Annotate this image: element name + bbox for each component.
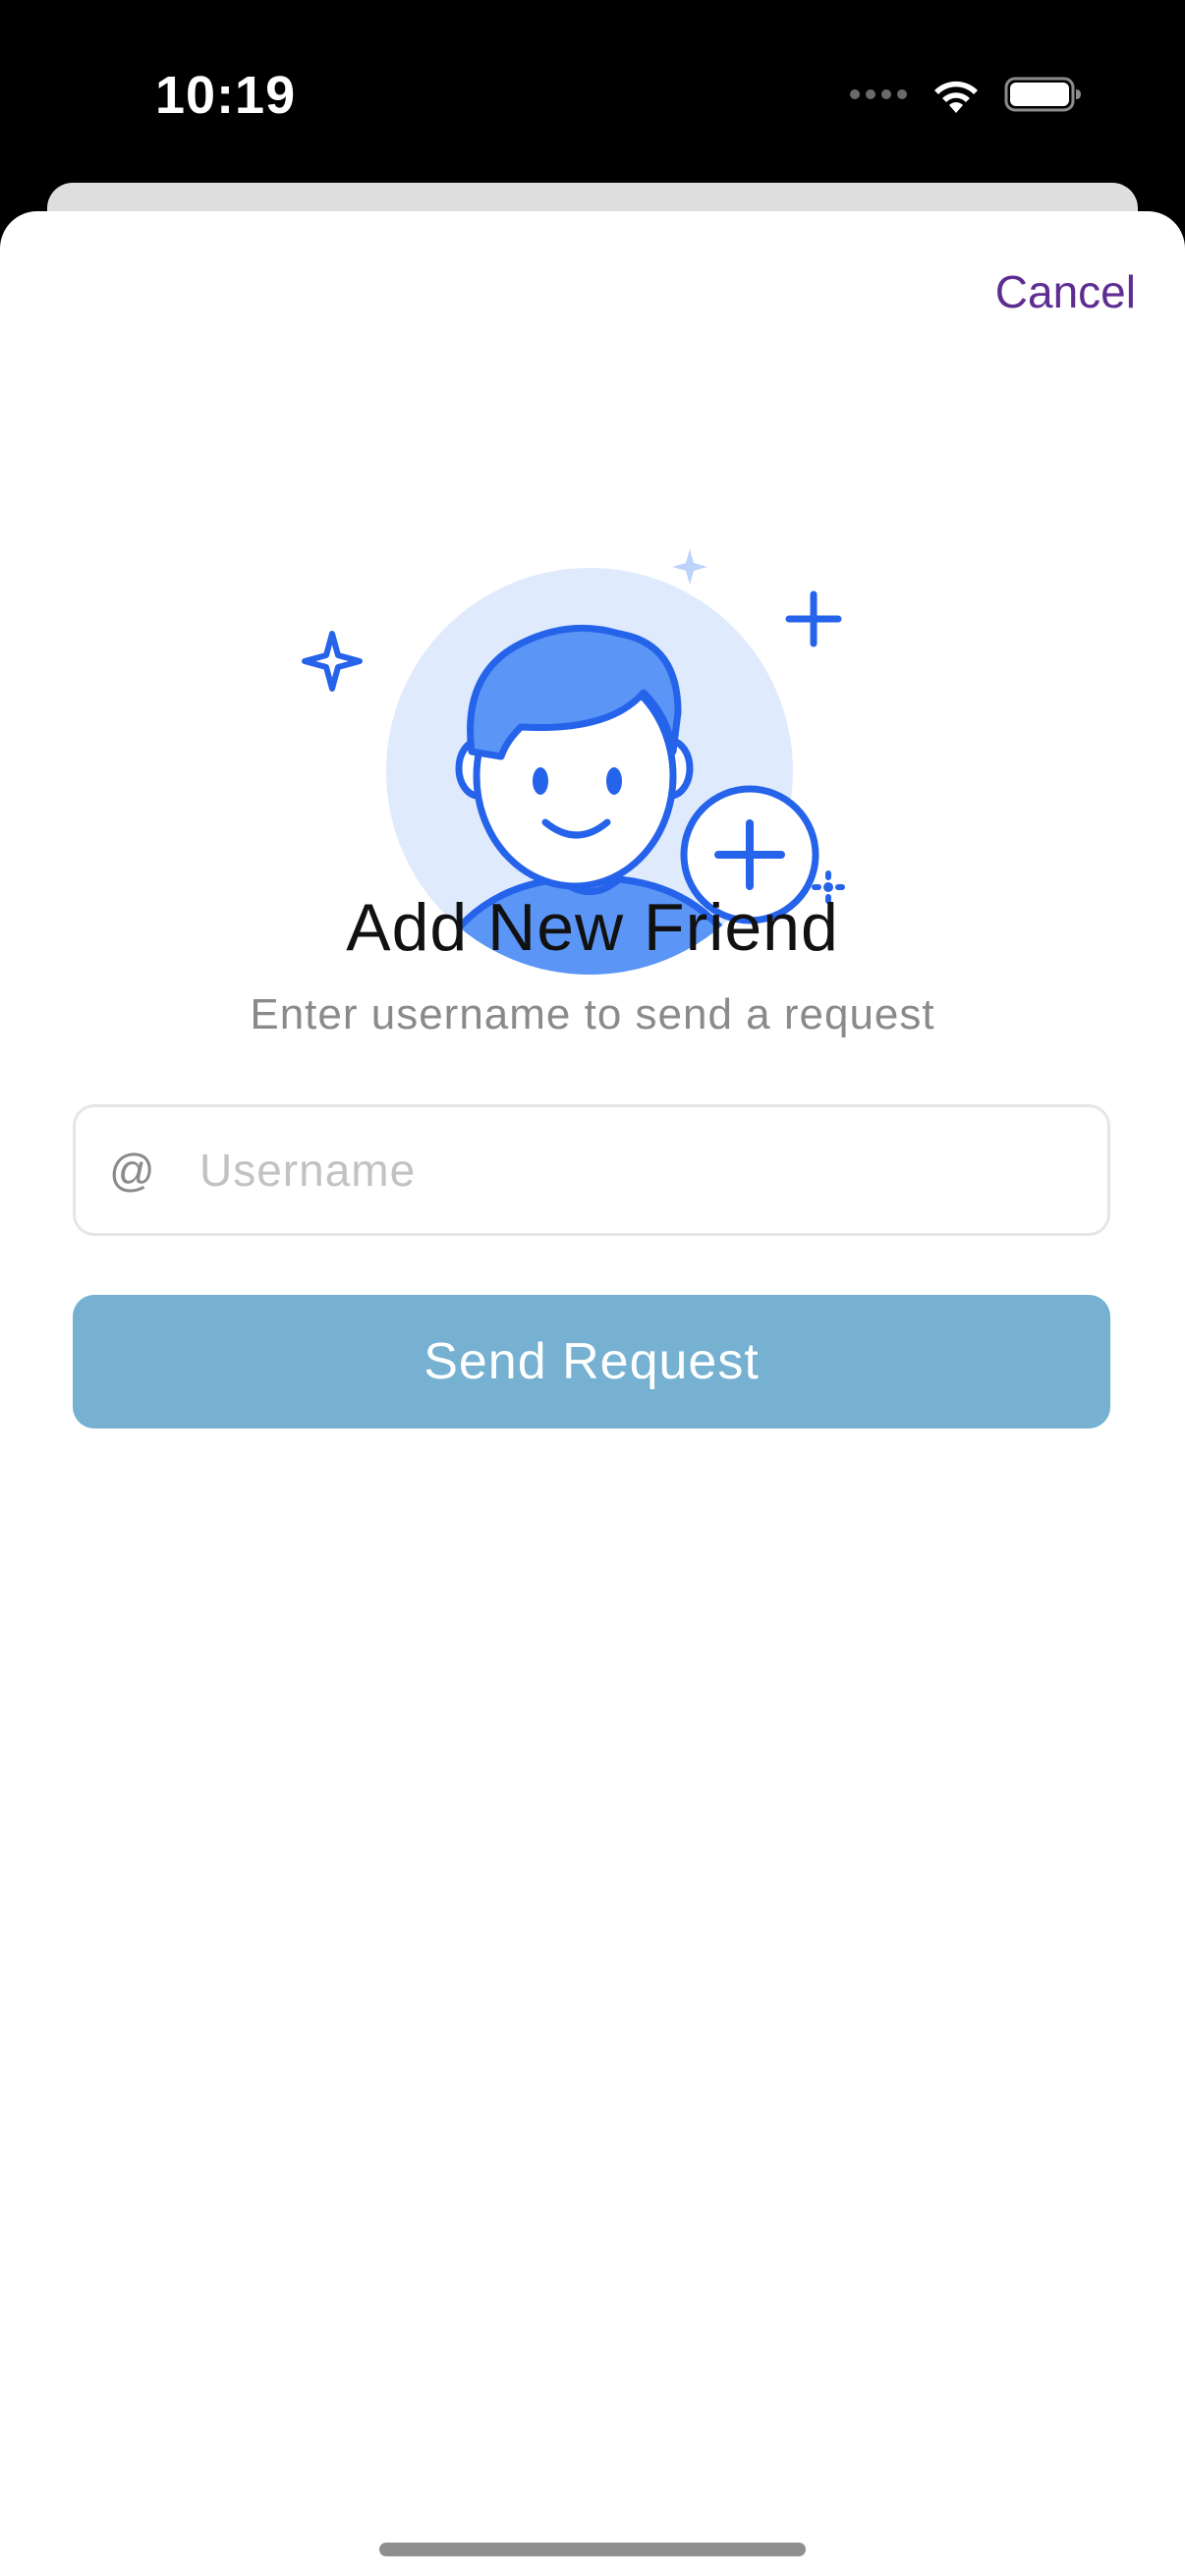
page-title: Add New Friend xyxy=(346,890,839,965)
home-indicator xyxy=(379,2543,806,2556)
username-field[interactable]: @ xyxy=(73,1104,1110,1236)
page-subtitle: Enter username to send a request xyxy=(250,990,935,1038)
status-time: 10:19 xyxy=(155,66,297,125)
wifi-icon xyxy=(930,74,983,120)
cancel-button[interactable]: Cancel xyxy=(995,265,1136,318)
send-request-button[interactable]: Send Request xyxy=(73,1295,1110,1428)
at-sign-icon: @ xyxy=(109,1145,155,1196)
username-input[interactable] xyxy=(198,1143,1066,1198)
cellular-dots-icon xyxy=(849,87,908,106)
battery-icon xyxy=(1004,75,1083,119)
status-bar: 10:19 xyxy=(0,0,1185,187)
status-icons xyxy=(849,73,1083,120)
